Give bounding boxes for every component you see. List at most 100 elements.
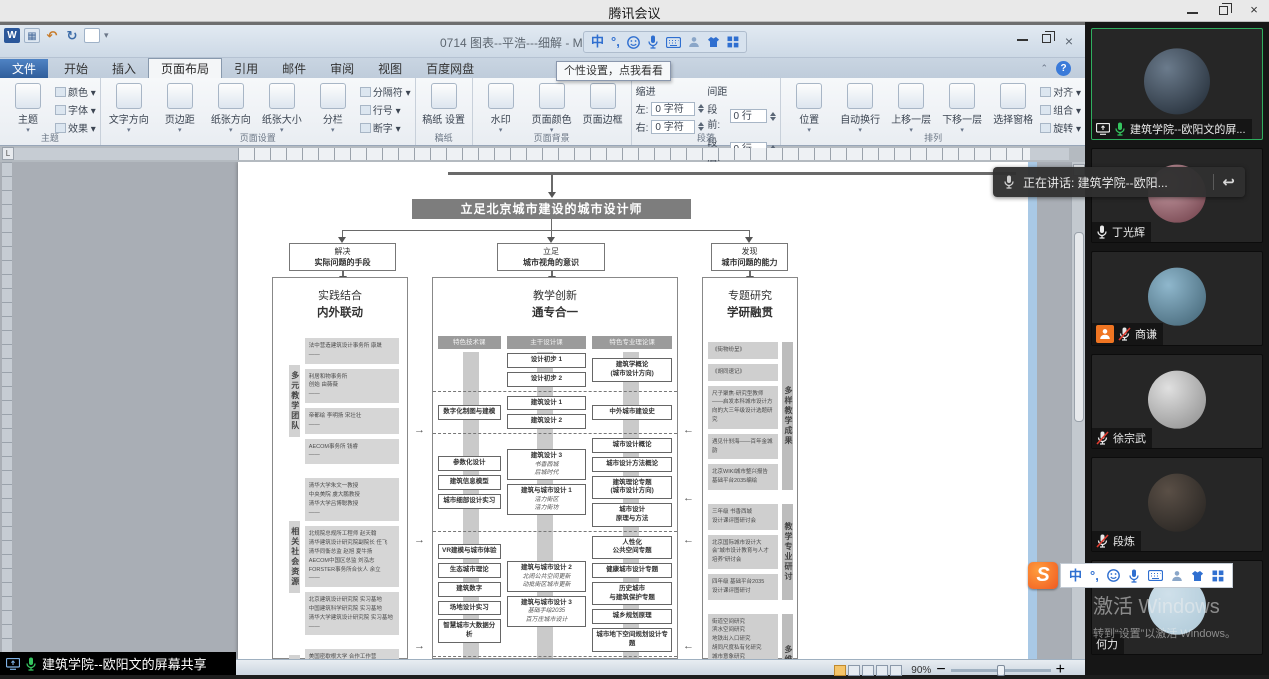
meeting-restore-button[interactable] <box>1208 0 1238 22</box>
ribbon-button-分隔符[interactable]: 分隔符 ▾ <box>360 84 411 99</box>
ribbon-button-稿纸 设置[interactable]: 稿纸 设置 <box>420 81 468 126</box>
spinner-stepper[interactable] <box>770 112 776 121</box>
undo-button[interactable]: ↶ <box>44 28 60 43</box>
ribbon-button-页边距[interactable]: 页边距▾ <box>156 81 204 134</box>
collapse-ribbon-icon[interactable]: ⌃ <box>1040 63 1048 74</box>
spinner-stepper[interactable] <box>698 122 704 131</box>
view-button-outline[interactable] <box>876 665 888 676</box>
emoji-icon[interactable] <box>627 36 640 49</box>
ribbon-button-页面边框[interactable]: 页面边框 <box>579 81 627 126</box>
qat-customize-chevron[interactable]: ▾ <box>104 30 109 41</box>
spinner-value[interactable]: 0 行 <box>730 109 768 123</box>
zoom-slider[interactable] <box>951 669 1051 672</box>
ime-mode-chinese[interactable]: 中 <box>1069 566 1082 586</box>
view-button-full-screen-reading[interactable] <box>848 665 860 676</box>
ime-punctuation[interactable]: °, <box>611 32 620 52</box>
tab-selector[interactable]: L <box>2 147 14 160</box>
skin-icon[interactable] <box>707 36 720 48</box>
keyboard-icon[interactable] <box>1148 570 1163 581</box>
indent-settings: 缩进左:0 字符右:0 字符 <box>636 81 705 137</box>
button-icon <box>1000 83 1026 109</box>
tab-页面布局[interactable]: 页面布局 <box>148 58 222 78</box>
save-button[interactable]: ▦ <box>24 28 40 43</box>
horizontal-ruler[interactable] <box>14 148 1069 160</box>
toolbox-icon[interactable] <box>727 36 739 48</box>
ribbon-button-纸张大小[interactable]: 纸张大小▾ <box>258 81 306 134</box>
zoom-level[interactable]: 90% <box>911 665 931 676</box>
view-button-web-layout[interactable] <box>862 665 874 676</box>
voice-icon[interactable] <box>647 35 659 49</box>
account-icon[interactable] <box>1171 570 1183 582</box>
ribbon-button-颜色[interactable]: 颜色 ▾ <box>55 84 96 99</box>
ribbon-button-页面颜色[interactable]: 页面颜色▾ <box>528 81 576 134</box>
spinner-value[interactable]: 0 字符 <box>651 102 695 116</box>
help-icon[interactable]: ? <box>1056 61 1071 76</box>
meeting-minimize-button[interactable] <box>1177 0 1207 22</box>
view-button-draft[interactable] <box>890 665 902 676</box>
skin-icon[interactable] <box>1191 570 1204 582</box>
ribbon-button-文字方向[interactable]: 文字方向▾ <box>105 81 153 134</box>
zoom-out-button[interactable]: − <box>936 661 945 679</box>
diagram-left-column: 实践结合内外联动 多元教学团队法中营造建筑设计事务所 康晟 ——利居和物事务所 … <box>272 277 408 659</box>
view-button-print-layout[interactable] <box>834 665 846 676</box>
ime-mode-chinese[interactable]: 中 <box>591 32 604 52</box>
redo-button[interactable]: ↻ <box>64 28 80 43</box>
ribbon-button-位置[interactable]: 位置▾ <box>785 81 833 134</box>
tab-文件[interactable]: 文件 <box>0 59 48 79</box>
ime-floating-toolbar[interactable]: S 中 °, <box>1028 562 1233 589</box>
reply-arrow-icon[interactable]: ↩ <box>1222 173 1235 191</box>
meeting-title: 腾讯会议 <box>0 3 1269 22</box>
document-canvas[interactable]: 立足北京城市建设的城市设计师 解决实际问题的手段 立足城市视角的意识 发现城市问… <box>0 162 1085 659</box>
word-minimize-button[interactable] <box>1017 33 1028 41</box>
screen-share-banner[interactable]: 建筑学院--欧阳文的屏幕共享 <box>0 652 236 675</box>
tab-审阅[interactable]: 审阅 <box>318 59 366 79</box>
tab-视图[interactable]: 视图 <box>366 59 414 79</box>
course-box: 城市设计概论 <box>592 438 672 453</box>
ribbon-button-自动换行[interactable]: 自动换行▾ <box>836 81 884 134</box>
meeting-close-button[interactable]: × <box>1239 0 1269 22</box>
speaking-indicator-banner[interactable]: 正在讲话: 建筑学院--欧阳... ↩ <box>993 167 1245 197</box>
ribbon-button-下移一层[interactable]: 下移一层▾ <box>938 81 986 134</box>
scrollbar-thumb[interactable] <box>1074 232 1084 422</box>
ribbon-button-水印[interactable]: 水印▾ <box>477 81 525 134</box>
quick-access-toolbar: W ▦ ↶ ↻ ▾ <box>4 28 109 43</box>
emoji-icon[interactable] <box>1107 569 1120 582</box>
account-icon[interactable] <box>688 36 700 48</box>
word-restore-button[interactable] <box>1042 34 1051 43</box>
mic-on-icon <box>25 657 37 671</box>
vertical-ruler[interactable] <box>2 162 12 659</box>
tab-百度网盘[interactable]: 百度网盘 <box>414 59 486 79</box>
zoom-in-button[interactable]: + <box>1056 661 1065 679</box>
ribbon-button-行号[interactable]: 行号 ▾ <box>360 102 411 117</box>
participant-tile[interactable]: 商谦 <box>1091 251 1263 346</box>
diagram-group: 丰富对外交流美国密歇根大学 合作工作营 北京麦吉诺姆立大学 合作工作营 意大利米… <box>273 649 407 659</box>
tab-开始[interactable]: 开始 <box>52 59 100 79</box>
tab-邮件[interactable]: 邮件 <box>270 59 318 79</box>
ribbon-button-分栏[interactable]: 分栏▾ <box>309 81 357 134</box>
button-icon <box>360 87 371 97</box>
word-close-button[interactable]: × <box>1065 33 1073 49</box>
participant-tile[interactable]: 建筑学院--欧阳文的屏... <box>1091 28 1263 140</box>
ribbon-button-字体[interactable]: 字体 ▾ <box>55 102 96 117</box>
word-logo-icon[interactable]: W <box>4 28 20 43</box>
sogou-logo-icon[interactable]: S <box>1028 562 1058 589</box>
tab-插入[interactable]: 插入 <box>100 59 148 79</box>
ribbon-button-选择窗格[interactable]: 选择窗格 <box>989 81 1037 126</box>
tab-引用[interactable]: 引用 <box>222 59 270 79</box>
ribbon-button-纸张方向[interactable]: 纸张方向▾ <box>207 81 255 134</box>
participant-tile[interactable]: 徐宗武 <box>1091 354 1263 449</box>
ribbon-button-上移一层[interactable]: 上移一层▾ <box>887 81 935 134</box>
new-document-button[interactable] <box>84 28 100 43</box>
toolbox-icon[interactable] <box>1212 570 1224 582</box>
voice-icon[interactable] <box>1128 569 1140 583</box>
participant-tile[interactable]: 段炼 <box>1091 457 1263 552</box>
keyboard-icon[interactable] <box>666 37 681 48</box>
ribbon-button-组合[interactable]: 组合 ▾ <box>1040 102 1081 117</box>
document-page[interactable]: 立足北京城市建设的城市设计师 解决实际问题的手段 立足城市视角的意识 发现城市问… <box>238 162 1030 659</box>
ribbon-button-对齐[interactable]: 对齐 ▾ <box>1040 84 1081 99</box>
ime-dock-toolbar[interactable]: 中 °, <box>583 31 747 53</box>
spinner-stepper[interactable] <box>698 104 704 113</box>
ribbon-button-主题[interactable]: 主题▾ <box>4 81 52 134</box>
ime-punctuation[interactable]: °, <box>1090 566 1099 586</box>
zoom-slider-thumb[interactable] <box>997 665 1005 676</box>
